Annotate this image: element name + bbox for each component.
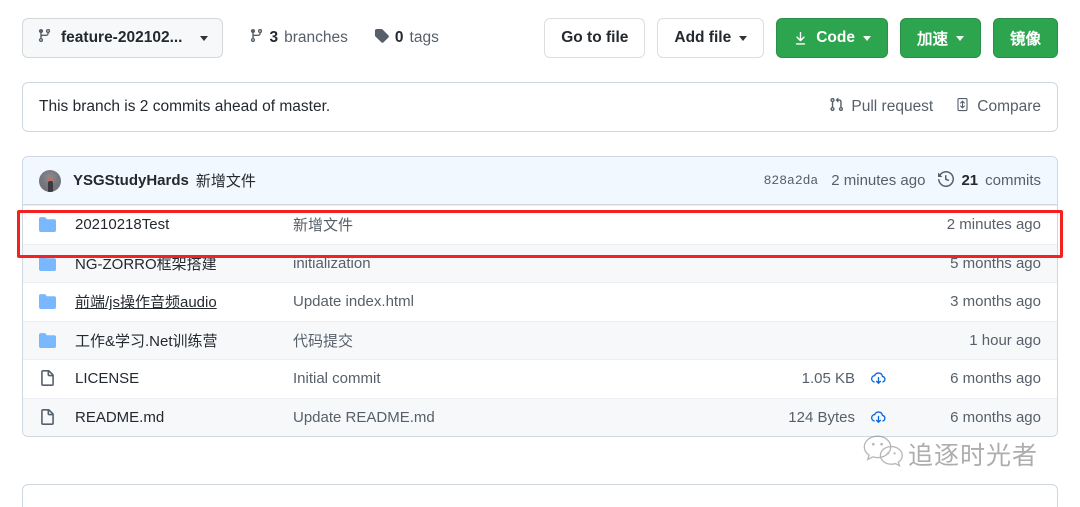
tag-icon (374, 28, 389, 48)
folder-icon (39, 332, 75, 349)
commit-age: 5 months ago (950, 254, 1041, 272)
commit-sha[interactable]: 828a2da (764, 173, 819, 188)
commit-time: 2 minutes ago (831, 172, 926, 189)
watermark-text: 追逐时光者 (908, 440, 1039, 470)
mirror-button[interactable]: 镜像 (992, 18, 1058, 58)
pull-request-label: Pull request (851, 98, 934, 115)
file-list-panel: YSGStudyHards 新增文件 828a2da 2 minutes ago… (22, 156, 1058, 437)
commit-message[interactable]: initialization (293, 255, 855, 272)
file-rows: 20210218Test 新增文件 2 minutes ago NG-ZORRO框架搭… (23, 205, 1057, 436)
commit-age: 6 months ago (950, 408, 1041, 426)
file-name[interactable]: NG-ZORRO框架搭建 (75, 253, 293, 274)
branch-name-label: feature-202102... (61, 29, 183, 46)
add-file-label: Add file (674, 29, 732, 46)
file-size: 1.05 KB (801, 370, 855, 388)
latest-commit-header: YSGStudyHards 新增文件 828a2da 2 minutes ago… (23, 157, 1057, 205)
folder-icon (39, 255, 75, 272)
commit-age: 1 hour ago (969, 331, 1041, 349)
commit-age: 6 months ago (950, 370, 1041, 388)
commits-count-link[interactable]: 21 commits (938, 170, 1041, 191)
commit-message[interactable]: 新增文件 (293, 214, 855, 235)
table-row[interactable]: NG-ZORRO框架搭建 initialization 5 months ago (23, 243, 1057, 282)
branch-icon (249, 28, 264, 48)
file-icon (39, 408, 75, 426)
folder-icon (39, 216, 75, 233)
accelerate-button[interactable]: 加速 (899, 18, 981, 58)
tags-link[interactable]: 0 tags (374, 28, 439, 48)
branches-count: 3 (269, 29, 279, 46)
file-name[interactable]: 20210218Test (75, 216, 293, 233)
commit-age: 2 minutes ago (946, 216, 1041, 234)
commit-message[interactable]: Update index.html (293, 293, 855, 310)
readme-panel (22, 484, 1058, 507)
code-label: Code (816, 29, 855, 46)
cloud-download-icon[interactable] (855, 369, 901, 388)
branches-link[interactable]: 3 branches (249, 28, 348, 48)
branch-icon (37, 28, 52, 48)
file-name[interactable]: README.md (75, 409, 293, 426)
wechat-icon (862, 434, 904, 473)
branch-status-actions: Pull request Compare (829, 97, 1041, 117)
chevron-down-icon (862, 35, 871, 41)
commit-message[interactable]: 新增文件 (196, 170, 256, 191)
commit-author[interactable]: YSGStudyHards (73, 172, 189, 189)
chevron-down-icon (199, 35, 208, 41)
folder-icon (39, 293, 75, 310)
download-icon (793, 31, 808, 46)
accelerate-label: 加速 (916, 31, 948, 48)
commits-count-number: 21 (961, 172, 979, 189)
compare-label: Compare (977, 98, 1041, 115)
table-row[interactable]: 工作&学习.Net训练营 代码提交 1 hour ago (23, 320, 1057, 359)
pull-request-link[interactable]: Pull request (829, 97, 933, 117)
tags-count: 0 (394, 29, 404, 46)
compare-icon (955, 97, 970, 117)
commit-message[interactable]: Initial commit (293, 370, 802, 387)
commits-count-label: commits (985, 172, 1041, 189)
commit-age: 3 months ago (950, 293, 1041, 311)
tags-label: tags (409, 29, 439, 46)
wechat-watermark: 追逐时光者 (862, 434, 1038, 473)
cloud-download-icon[interactable] (855, 408, 901, 427)
repo-toolbar: feature-202102... 3 branches 0 tags Go t… (22, 18, 1058, 58)
branch-status-text: This branch is 2 commits ahead of master… (39, 98, 331, 115)
file-name[interactable]: LICENSE (75, 370, 293, 387)
file-name[interactable]: 工作&学习.Net训练营 (75, 330, 293, 351)
go-to-file-button[interactable]: Go to file (544, 18, 646, 58)
file-icon (39, 370, 75, 387)
table-row[interactable]: LICENSE Initial commit 1.05 KB 6 months ago (23, 359, 1057, 398)
branch-status-panel: This branch is 2 commits ahead of master… (22, 82, 1058, 132)
commit-message[interactable]: Update README.md (293, 409, 788, 426)
clock-icon (938, 170, 955, 191)
chevron-down-icon (739, 35, 748, 41)
compare-link[interactable]: Compare (955, 97, 1041, 117)
file-size: 124 Bytes (788, 408, 855, 426)
branches-label: branches (284, 29, 348, 46)
file-name[interactable]: 前端/js操作音频audio (75, 291, 293, 312)
pull-request-icon (829, 97, 844, 117)
code-button[interactable]: Code (776, 18, 888, 58)
avatar (39, 169, 61, 192)
chevron-down-icon (955, 35, 964, 41)
add-file-button[interactable]: Add file (657, 18, 765, 58)
commit-message[interactable]: 代码提交 (293, 330, 855, 351)
table-row[interactable]: 前端/js操作音频audio Update index.html 3 months … (23, 282, 1057, 321)
table-row[interactable]: 20210218Test 新增文件 2 minutes ago (23, 205, 1057, 244)
table-row[interactable]: README.md Update README.md 124 Bytes 6 mont… (23, 397, 1057, 436)
branch-selector-button[interactable]: feature-202102... (22, 18, 223, 58)
